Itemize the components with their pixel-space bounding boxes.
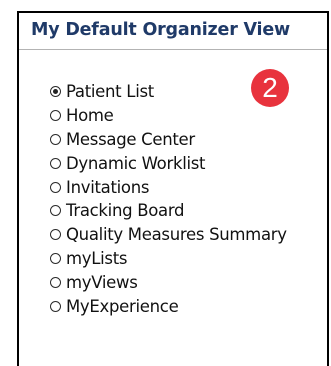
default-organizer-view-panel: My Default Organizer View Patient List Ho… xyxy=(17,11,329,366)
radio-option-quality-measures-summary[interactable]: Quality Measures Summary xyxy=(50,223,287,247)
radio-option-label: MyExperience xyxy=(66,296,179,316)
radio-button[interactable] xyxy=(50,276,61,288)
radio-option-label: Tracking Board xyxy=(66,201,185,221)
panel-title: My Default Organizer View xyxy=(31,20,290,40)
radio-option-label: Dynamic Worklist xyxy=(66,153,206,173)
radio-option-message-center[interactable]: Message Center xyxy=(50,128,287,152)
radio-button-selected[interactable] xyxy=(50,86,61,98)
radio-option-mylists[interactable]: myLists xyxy=(50,247,287,271)
radio-button[interactable] xyxy=(50,157,61,169)
step-number-badge: 2 xyxy=(251,69,289,107)
radio-option-label: Patient List xyxy=(66,82,154,102)
radio-option-myviews[interactable]: myViews xyxy=(50,270,287,294)
radio-option-invitations[interactable]: Invitations xyxy=(50,175,287,199)
title-divider xyxy=(19,49,327,50)
radio-button[interactable] xyxy=(50,229,61,241)
radio-option-tracking-board[interactable]: Tracking Board xyxy=(50,199,287,223)
radio-button[interactable] xyxy=(50,300,61,312)
radio-option-label: Quality Measures Summary xyxy=(66,225,287,245)
radio-button[interactable] xyxy=(50,205,61,217)
radio-button[interactable] xyxy=(50,181,61,193)
radio-option-label: Invitations xyxy=(66,177,150,197)
radio-button[interactable] xyxy=(50,252,61,264)
radio-option-dynamic-worklist[interactable]: Dynamic Worklist xyxy=(50,151,287,175)
radio-button[interactable] xyxy=(50,110,61,122)
radio-option-label: Home xyxy=(66,106,114,126)
radio-option-label: Message Center xyxy=(66,129,195,149)
radio-option-home[interactable]: Home xyxy=(50,104,287,128)
organizer-view-radio-group: Patient List Home Message Center Dynamic Wo… xyxy=(50,80,287,318)
radio-option-myexperience[interactable]: MyExperience xyxy=(50,294,287,318)
radio-option-label: myLists xyxy=(66,248,128,268)
radio-option-label: myViews xyxy=(66,272,138,292)
radio-button[interactable] xyxy=(50,133,61,145)
